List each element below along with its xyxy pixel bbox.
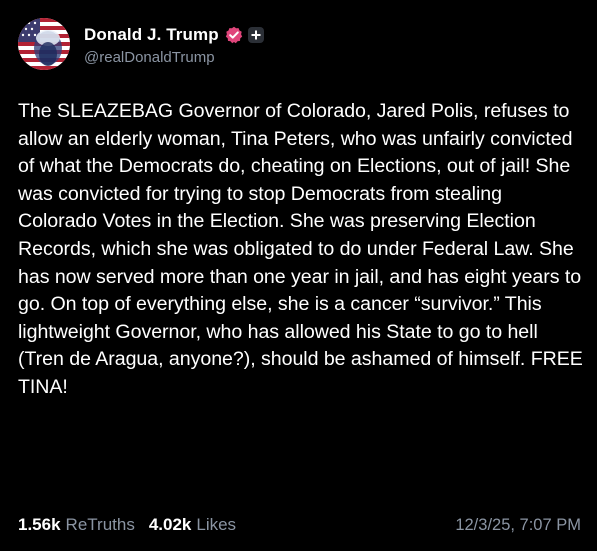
post-body-text: The SLEAZEBAG Governor of Colorado, Jare… — [18, 100, 588, 398]
post-footer: 1.56k ReTruths 4.02k Likes 12/3/25, 7:07… — [18, 512, 581, 538]
plus-badge-icon — [247, 26, 264, 43]
retruths-stat[interactable]: 1.56k ReTruths — [18, 515, 135, 535]
post-stats: 1.56k ReTruths 4.02k Likes — [18, 515, 250, 535]
author-handle[interactable]: @realDonaldTrump — [84, 49, 264, 66]
avatar-image — [18, 18, 70, 70]
likes-count: 4.02k — [148, 515, 192, 534]
author-display-name[interactable]: Donald J. Trump — [84, 25, 219, 45]
author-names: Donald J. Trump @realDonaldTrump — [84, 23, 264, 66]
name-row: Donald J. Trump — [84, 23, 264, 47]
post-header: Donald J. Trump @realDonaldTrump — [18, 14, 264, 74]
verified-badge-icon — [225, 26, 243, 44]
retruths-label: ReTruths — [65, 515, 135, 534]
truth-post: Donald J. Trump @realDonaldTrump The SLE… — [0, 0, 597, 551]
post-timestamp[interactable]: 12/3/25, 7:07 PM — [455, 516, 581, 535]
retruths-count: 1.56k — [18, 515, 61, 534]
avatar[interactable] — [18, 18, 70, 70]
likes-label: Likes — [196, 515, 237, 534]
likes-stat[interactable]: 4.02k Likes — [149, 515, 236, 535]
